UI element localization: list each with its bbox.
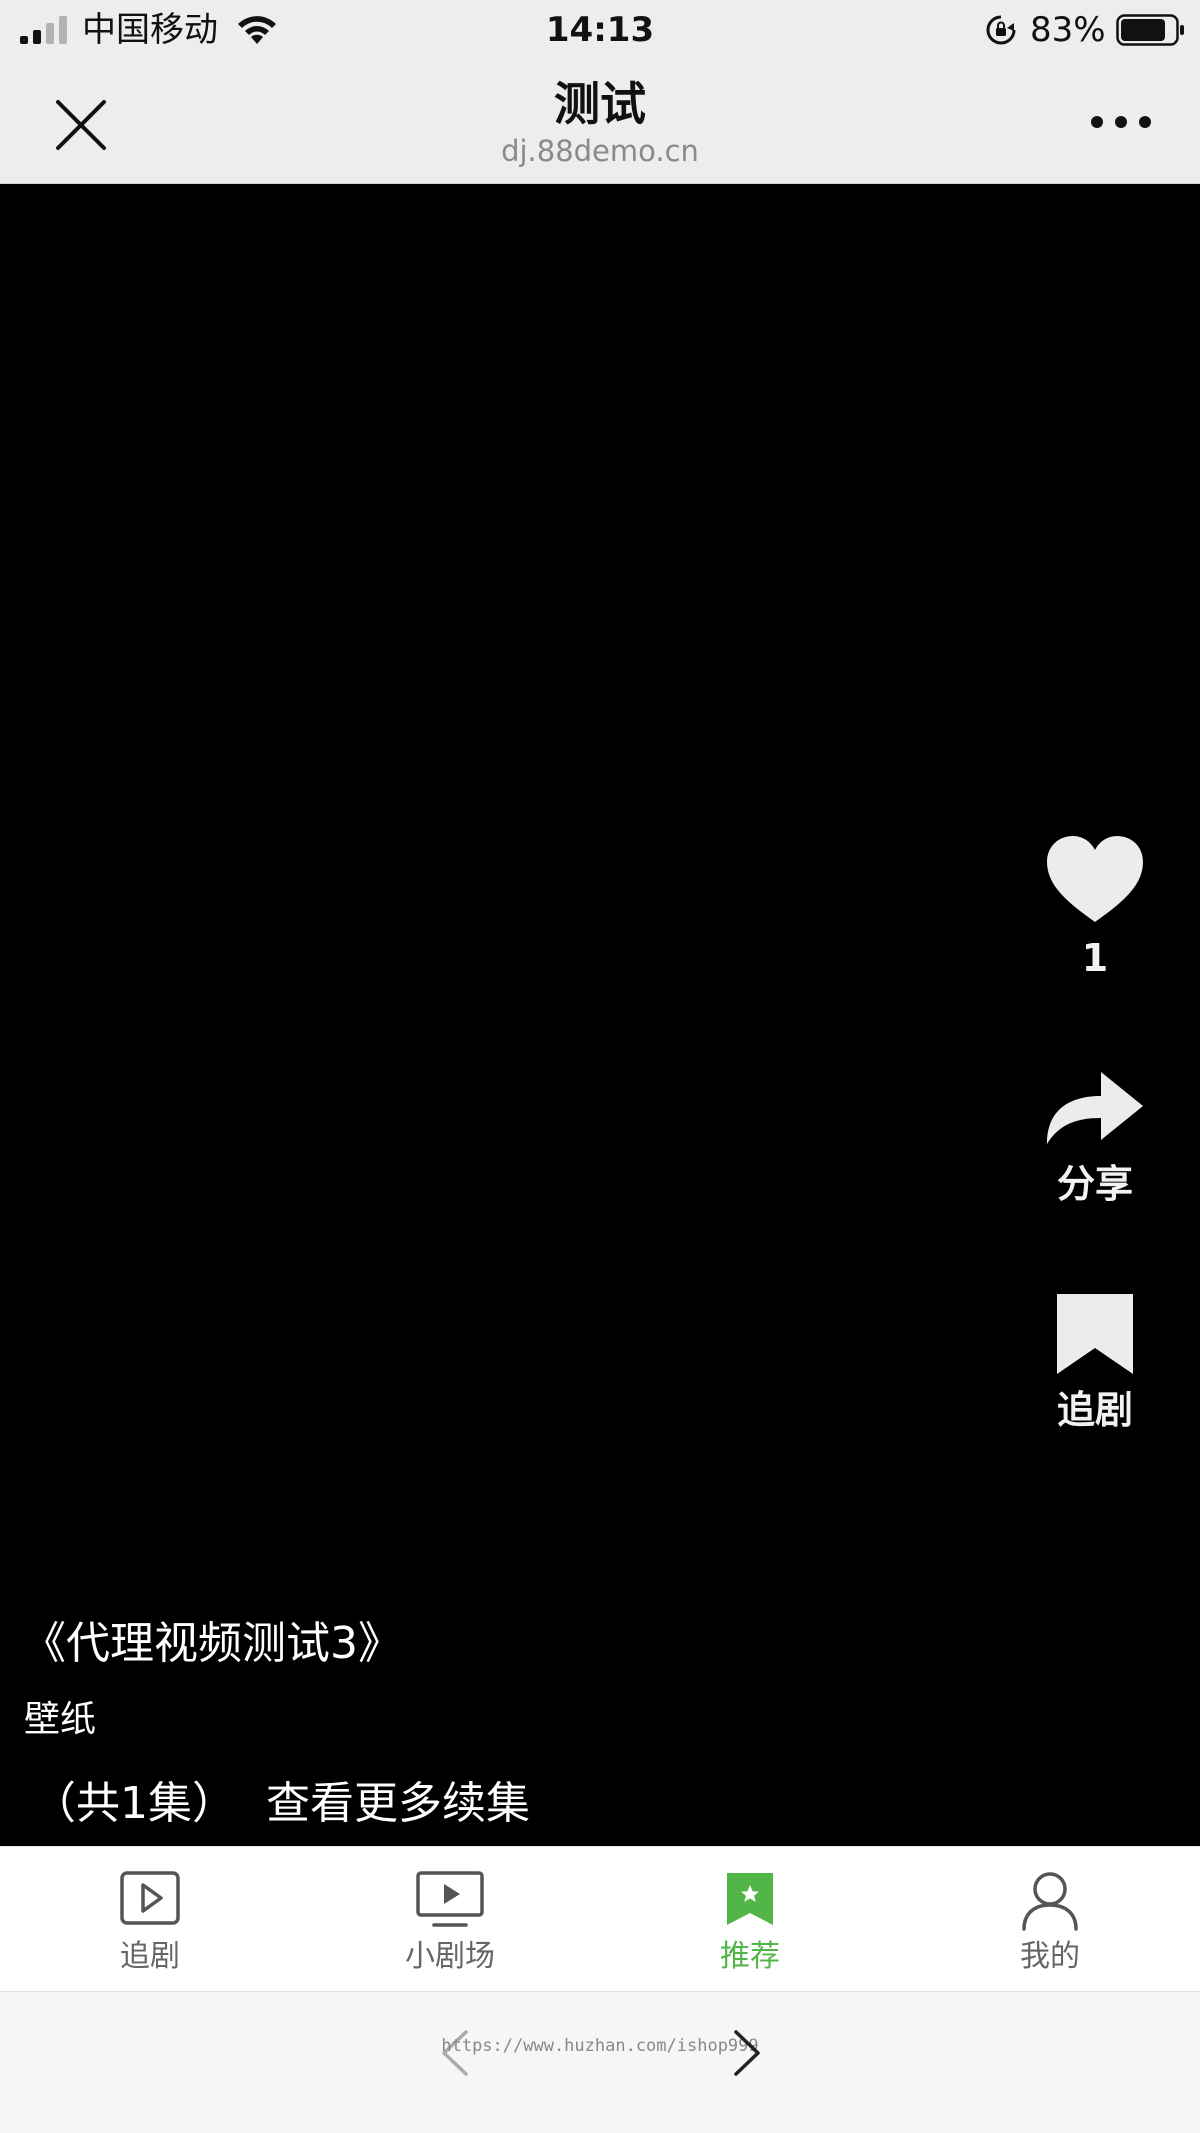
browser-header: 测试 dj.88demo.cn — [0, 60, 1200, 184]
heart-icon — [1047, 836, 1143, 922]
play-square-icon — [120, 1871, 180, 1925]
video-player[interactable]: 1 分享 追剧 《代理视频测试3》 壁纸 （共1集） 查看更多续集 — [0, 184, 1200, 1846]
battery-percent: 83% — [1030, 10, 1106, 50]
more-episodes-link[interactable]: 查看更多续集 — [266, 1778, 530, 1829]
bookmark-icon — [1057, 1294, 1133, 1374]
bookmark-star-icon — [727, 1873, 773, 1925]
wifi-icon — [238, 16, 276, 44]
more-icon[interactable] — [1090, 110, 1152, 134]
tab-bar: 追剧 小剧场 推荐 我的 — [0, 1846, 1200, 1991]
user-icon — [1022, 1872, 1078, 1931]
page-url: dj.88demo.cn — [501, 134, 699, 168]
forward-arrow-icon[interactable] — [730, 2028, 766, 2078]
like-count: 1 — [1081, 936, 1109, 980]
signal-icon — [20, 16, 67, 44]
video-title: 《代理视频测试3》 — [22, 1618, 402, 1669]
tab-label: 追剧 — [120, 1939, 180, 1974]
tab-recommend[interactable]: 推荐 — [600, 1847, 900, 1991]
status-bar: 中国移动 14:13 83% — [0, 0, 1200, 60]
tab-follow[interactable]: 追剧 — [0, 1847, 300, 1991]
rotation-lock-icon — [986, 15, 1016, 45]
share-label: 分享 — [1056, 1162, 1133, 1206]
carrier-name: 中国移动 — [82, 10, 218, 50]
page-title: 测试 — [554, 77, 646, 131]
tab-theater[interactable]: 小剧场 — [300, 1847, 600, 1991]
like-button[interactable]: 1 — [1035, 834, 1155, 982]
follow-button[interactable]: 追剧 — [1035, 1292, 1155, 1434]
tab-label: 小剧场 — [405, 1939, 495, 1974]
episode-count: （共1集） — [32, 1778, 236, 1829]
episode-info: （共1集） 查看更多续集 — [32, 1774, 530, 1834]
tab-label: 我的 — [1020, 1939, 1080, 1974]
tab-profile[interactable]: 我的 — [900, 1847, 1200, 1991]
watermark-url: https://www.huzhan.com/ishop999 — [441, 2036, 759, 2056]
video-tag: 壁纸 — [24, 1699, 97, 1740]
tv-icon — [416, 1871, 484, 1927]
battery-icon — [1116, 14, 1184, 46]
share-icon — [1047, 1072, 1143, 1144]
tab-label: 推荐 — [720, 1939, 780, 1974]
share-button[interactable]: 分享 — [1035, 1066, 1155, 1208]
browser-toolbar: https://www.huzhan.com/ishop999 — [0, 1991, 1200, 2133]
follow-label: 追剧 — [1056, 1388, 1133, 1432]
